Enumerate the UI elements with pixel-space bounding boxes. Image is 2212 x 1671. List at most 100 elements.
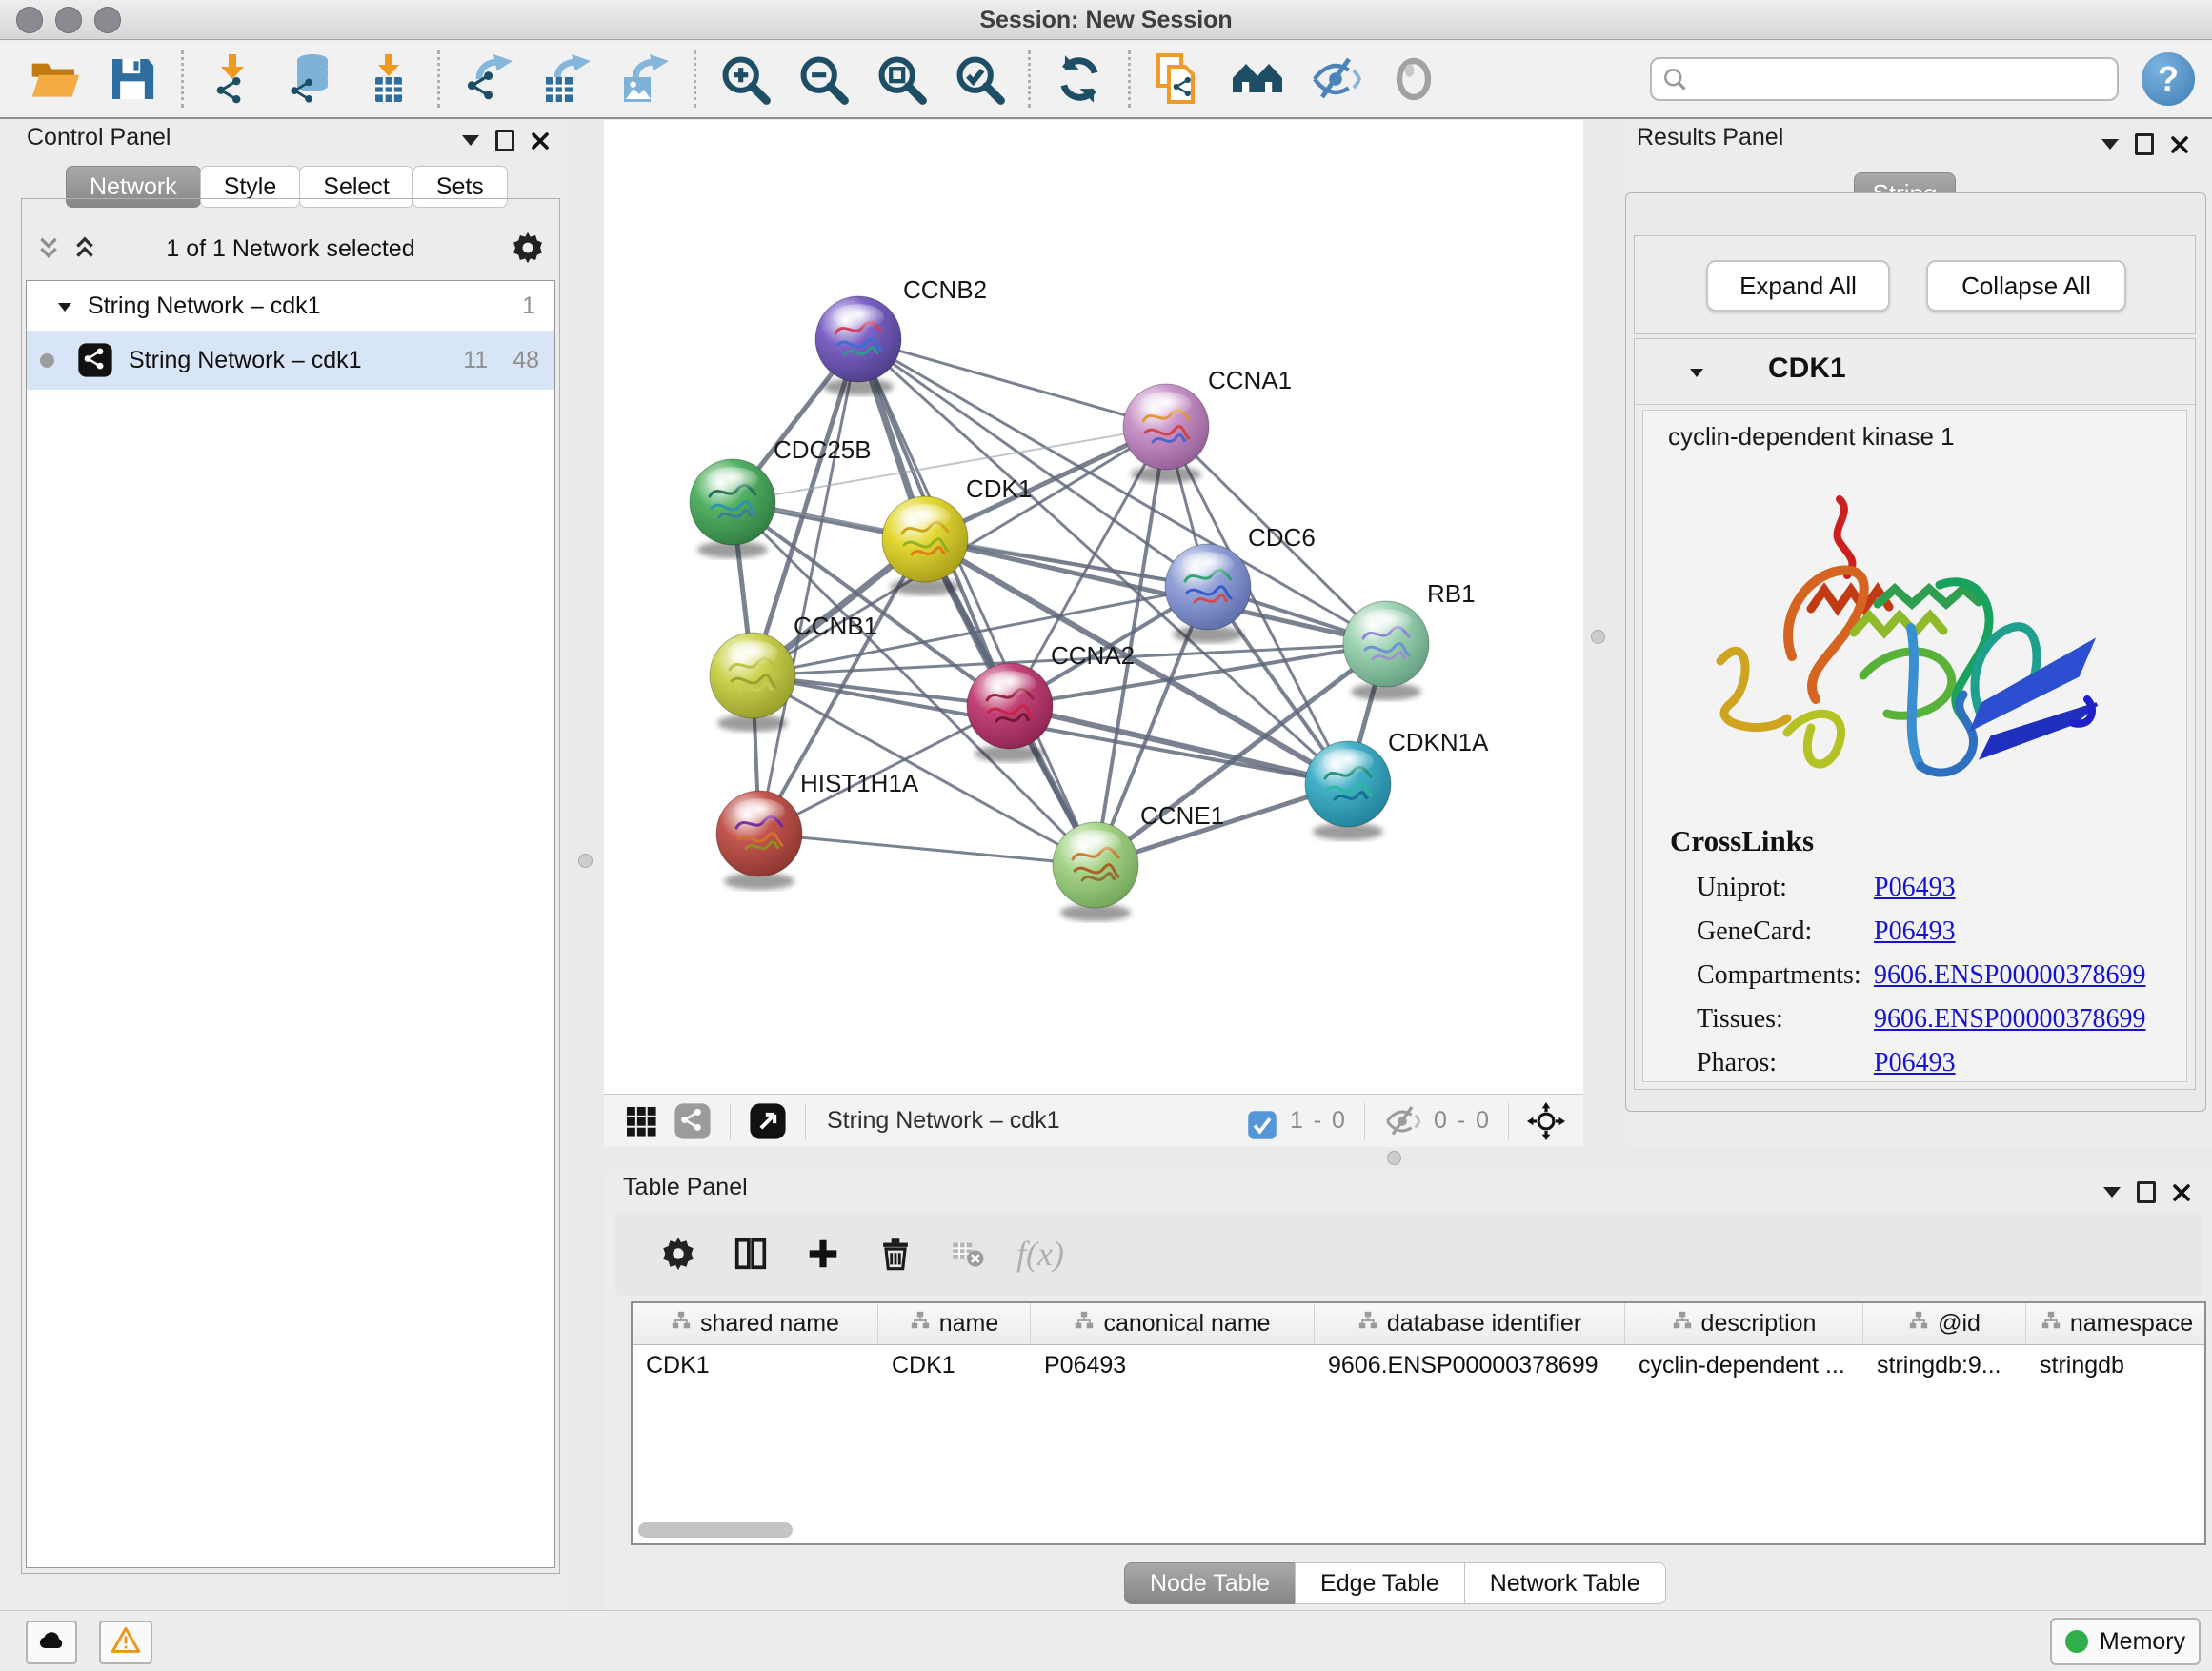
apply-layout-button[interactable] (1051, 50, 1108, 108)
column-header--id[interactable]: @id (1863, 1303, 2026, 1344)
column-type-icon (910, 1310, 931, 1338)
column-type-icon (2041, 1310, 2061, 1338)
network-node-CCNA1[interactable] (1123, 384, 1209, 483)
collapse-all-button[interactable]: Collapse All (1926, 260, 2126, 312)
divider (1508, 1103, 1509, 1139)
network-node-CDK1[interactable] (882, 496, 968, 595)
show-graphics-details-button[interactable] (1385, 50, 1442, 108)
expander-icon[interactable] (1687, 364, 1706, 383)
network-collection-row[interactable]: String Network – cdk1 1 (27, 281, 554, 331)
export-image-button[interactable] (616, 50, 674, 108)
zoom-fit-content-button[interactable] (873, 50, 930, 108)
grid-view-icon[interactable] (622, 1102, 660, 1140)
collapse-panel-icon[interactable] (2101, 139, 2119, 150)
detach-view-icon[interactable] (749, 1102, 787, 1140)
network-node-HIST1H1A[interactable] (716, 791, 802, 890)
memory-button[interactable]: Memory (2050, 1618, 2201, 1665)
horizontal-scrollbar[interactable] (638, 1522, 793, 1538)
column-header-namespace[interactable]: namespace (2026, 1303, 2206, 1344)
maximize-window-button[interactable] (94, 7, 121, 33)
crosslink-value[interactable]: P06493 (1874, 873, 1956, 903)
network-row-selected[interactable]: String Network – cdk1 11 48 (27, 331, 554, 390)
tab-edge-table[interactable]: Edge Table (1295, 1562, 1465, 1604)
splitter-handle[interactable] (578, 854, 593, 868)
hide-graphics-details-button[interactable] (1307, 50, 1364, 108)
show-columns-icon[interactable] (730, 1233, 772, 1275)
network-view-icon[interactable] (674, 1102, 712, 1140)
import-table-from-file-button[interactable] (360, 50, 417, 108)
float-panel-icon[interactable] (2135, 133, 2154, 155)
minimize-window-button[interactable] (55, 7, 82, 33)
column-header-canonical-name[interactable]: canonical name (1031, 1303, 1315, 1344)
table-cell: 9606.ENSP00000378699 (1315, 1345, 1625, 1385)
collapse-panel-icon[interactable] (462, 135, 479, 146)
crosslink-value[interactable]: 9606.ENSP00000378699 (1874, 960, 2145, 991)
zoom-selected-button[interactable] (951, 50, 1008, 108)
expand-all-button[interactable]: Expand All (1706, 260, 1890, 312)
selected-checkbox-icon[interactable] (1247, 1106, 1277, 1137)
table-row[interactable]: CDK1CDK1P064939606.ENSP00000378699cyclin… (633, 1345, 2204, 1385)
import-network-from-database-button[interactable] (282, 50, 339, 108)
network-options-gear-icon[interactable] (510, 230, 546, 266)
hidden-eye-icon[interactable] (1383, 1102, 1421, 1140)
add-column-icon[interactable] (802, 1233, 844, 1275)
column-header-name[interactable]: name (878, 1303, 1031, 1344)
network-node-CDC25B[interactable] (690, 459, 775, 558)
network-node-CCNE1[interactable] (1053, 822, 1138, 921)
export-network-button[interactable] (460, 50, 517, 108)
results-panel-title: Results Panel (1637, 124, 1783, 151)
open-session-button[interactable] (26, 50, 83, 108)
column-header-label: description (1701, 1310, 1817, 1338)
collapse-panel-icon[interactable] (2103, 1187, 2121, 1198)
export-table-button[interactable] (538, 50, 595, 108)
save-session-button[interactable] (104, 50, 161, 108)
close-panel-icon[interactable] (2170, 135, 2189, 154)
close-window-button[interactable] (16, 7, 43, 33)
float-panel-icon[interactable] (2137, 1181, 2156, 1203)
left-splitter[interactable] (569, 120, 604, 1610)
expander-icon[interactable] (55, 296, 74, 315)
toolbar-separator (181, 50, 184, 108)
column-type-icon (1672, 1310, 1693, 1338)
network-canvas[interactable]: CCNB2CCNA1CDC25BCDK1CDC6RB1CCNB1CCNA2CDK… (604, 120, 1583, 1094)
splitter-handle[interactable] (1387, 1151, 1401, 1165)
help-button[interactable]: ? (2142, 52, 2195, 106)
column-type-icon (1908, 1310, 1929, 1338)
crosslink-value[interactable]: 9606.ENSP00000378699 (1874, 1004, 2145, 1035)
column-header-shared-name[interactable]: shared name (633, 1303, 878, 1344)
cloud-button[interactable] (26, 1621, 77, 1664)
tab-network-table[interactable]: Network Table (1464, 1562, 1666, 1604)
show-network-overview-button[interactable] (1229, 50, 1286, 108)
network-label: String Network – cdk1 (129, 347, 362, 374)
column-header-description[interactable]: description (1625, 1303, 1863, 1344)
fit-selected-icon[interactable] (1527, 1102, 1565, 1140)
float-panel-icon[interactable] (495, 130, 514, 151)
gene-details: cyclin-dependent kinase 1 (1642, 410, 2187, 1082)
toolbar-separator (694, 50, 696, 108)
import-network-from-file-button[interactable] (204, 50, 261, 108)
right-splitter[interactable] (1583, 120, 1625, 1147)
crosslink-value[interactable]: P06493 (1874, 1048, 1956, 1078)
close-panel-icon[interactable] (2172, 1183, 2191, 1202)
tab-node-table[interactable]: Node Table (1124, 1562, 1296, 1604)
horizontal-splitter[interactable] (604, 1147, 2212, 1170)
zoom-in-button[interactable] (716, 50, 774, 108)
close-panel-icon[interactable] (531, 131, 550, 151)
zoom-out-button[interactable] (794, 50, 852, 108)
column-header-database-identifier[interactable]: database identifier (1315, 1303, 1625, 1344)
open-in-cytoscape-web-button[interactable] (1151, 50, 1208, 108)
network-node-CDKN1A[interactable] (1305, 741, 1391, 840)
network-node-RB1[interactable] (1343, 601, 1429, 700)
search-input[interactable] (1698, 65, 2101, 94)
table-cell: P06493 (1031, 1345, 1315, 1385)
node-label: CDC25B (774, 435, 872, 464)
table-options-gear-icon[interactable] (657, 1233, 699, 1275)
delete-column-icon[interactable] (875, 1233, 916, 1275)
warnings-button[interactable] (99, 1621, 152, 1664)
gene-section-header[interactable]: CDK1 (1635, 339, 2195, 405)
node-highlight (707, 467, 758, 493)
status-bar: Memory (0, 1610, 2212, 1671)
splitter-handle[interactable] (1591, 630, 1605, 644)
gene-section: CDK1 cyclin-dependent kinase 1 (1634, 338, 2196, 1090)
crosslink-value[interactable]: P06493 (1874, 916, 1956, 947)
